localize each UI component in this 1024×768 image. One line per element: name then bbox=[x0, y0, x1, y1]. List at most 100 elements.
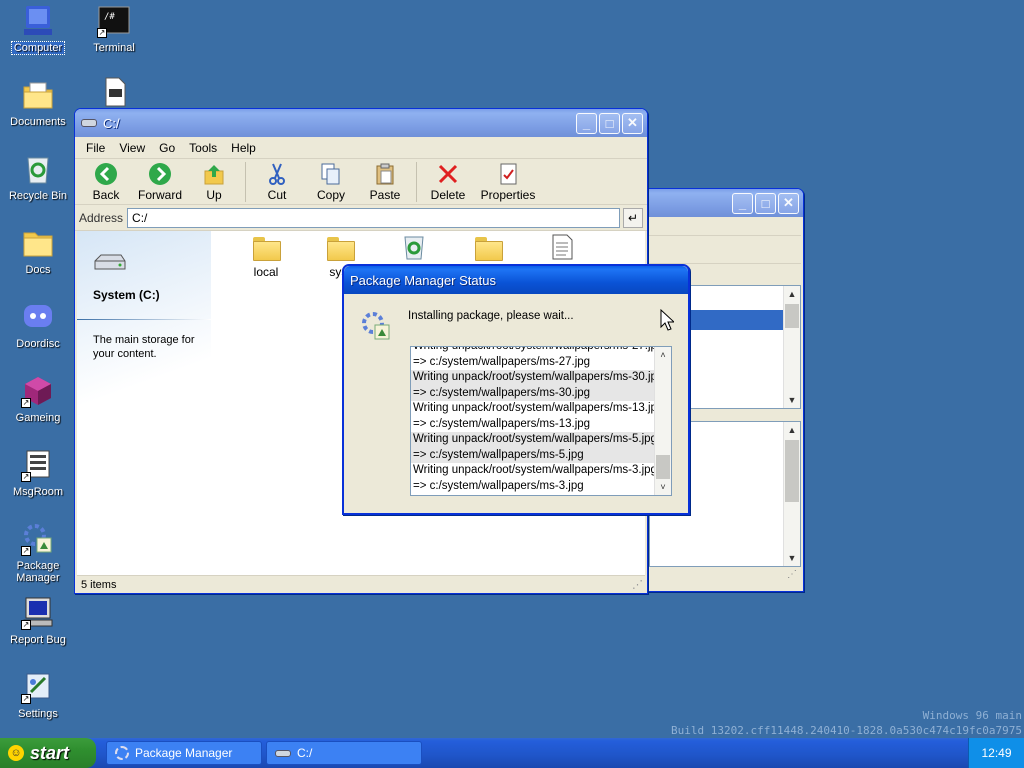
paste-button[interactable]: Paste bbox=[358, 162, 412, 202]
dialog-titlebar[interactable]: Package Manager Status bbox=[344, 266, 688, 294]
desktop-icon-msgroom[interactable]: ↗ MsgRoom bbox=[4, 448, 72, 498]
drive-description: The main storage for your content. bbox=[93, 334, 195, 360]
desktop-icon-computer[interactable]: Computer bbox=[4, 4, 72, 55]
menu-view[interactable]: View bbox=[112, 141, 152, 155]
build-watermark-line1: Windows 96 main bbox=[922, 709, 1022, 722]
taskbar-item-label: Package Manager bbox=[135, 746, 233, 760]
scroll-down-arrow-icon[interactable]: ▼ bbox=[784, 550, 800, 566]
log-line: => c:/system/wallpapers/ms-13.jpg bbox=[413, 417, 591, 430]
properties-icon bbox=[495, 162, 521, 186]
minimize-button[interactable]: _ bbox=[576, 112, 597, 134]
explorer-titlebar[interactable]: C:/ _ □ ✕ bbox=[75, 109, 647, 137]
up-folder-icon bbox=[201, 162, 227, 186]
paste-icon bbox=[372, 162, 398, 186]
install-log[interactable]: Writing unpack/root/system/wallpapers/ms… bbox=[410, 346, 672, 496]
dialog-message: Installing package, please wait... bbox=[408, 310, 574, 322]
status-bar: 5 items ⋰ bbox=[77, 575, 645, 595]
log-line: => c:/system/wallpapers/ms-27.jpg bbox=[413, 355, 591, 368]
minimize-button[interactable]: _ bbox=[732, 192, 753, 214]
desktop-icon-gameing[interactable]: ↗ Gameing bbox=[4, 374, 72, 424]
desktop-icon-terminal[interactable]: /# ↗ Terminal bbox=[80, 4, 148, 54]
desktop-icon-docs[interactable]: Docs bbox=[4, 226, 72, 276]
status-text: 5 items bbox=[81, 579, 117, 591]
log-line: Writing unpack/root/system/wallpapers/ms… bbox=[411, 432, 657, 448]
desktop-icon-report-bug[interactable]: ↗ Report Bug bbox=[4, 596, 72, 646]
scroll-up-arrow-icon[interactable]: ˄ bbox=[655, 347, 671, 363]
up-button[interactable]: Up bbox=[187, 162, 241, 202]
desktop-icon-documents[interactable]: Documents bbox=[4, 78, 72, 128]
folder-icon bbox=[475, 237, 503, 261]
copy-button[interactable]: Copy bbox=[304, 162, 358, 202]
shortcut-arrow-icon: ↗ bbox=[21, 694, 31, 704]
taskbar-item-explorer[interactable]: C:/ bbox=[266, 741, 422, 765]
desktop-icon-settings[interactable]: ↗ Settings bbox=[4, 670, 72, 720]
resize-grip-icon[interactable]: ⋰ bbox=[632, 578, 643, 591]
maximize-button[interactable]: □ bbox=[599, 112, 620, 134]
desktop-icon-doordisc[interactable]: Doordisc bbox=[4, 300, 72, 350]
close-button[interactable]: ✕ bbox=[622, 112, 643, 134]
menu-bar: File View Go Tools Help bbox=[75, 137, 647, 159]
report-bug-icon: ↗ bbox=[21, 596, 55, 630]
recycle-bin-icon bbox=[21, 152, 55, 186]
drive-icon bbox=[275, 749, 291, 757]
markdown-file-icon bbox=[97, 76, 131, 110]
address-input[interactable]: C:/ bbox=[127, 207, 620, 228]
address-bar: Address C:/ ↵ bbox=[75, 205, 647, 231]
scroll-up-arrow-icon[interactable]: ▲ bbox=[784, 286, 800, 302]
menu-tools[interactable]: Tools bbox=[182, 141, 224, 155]
folder-icon bbox=[327, 237, 355, 261]
scroll-thumb[interactable] bbox=[656, 455, 670, 479]
delete-button[interactable]: Delete bbox=[421, 162, 475, 202]
text-file-icon bbox=[550, 233, 574, 264]
delete-x-icon bbox=[435, 162, 461, 186]
package-manager-dialog[interactable]: Package Manager Status Installing packag… bbox=[342, 264, 690, 515]
desktop-icon-package-manager[interactable]: ↗ Package Manager bbox=[4, 522, 72, 584]
window-title: C:/ bbox=[103, 115, 120, 131]
desktop-icon-label: Terminal bbox=[93, 42, 135, 54]
copy-icon bbox=[318, 162, 344, 186]
desktop-icon-recycle-bin[interactable]: Recycle Bin bbox=[4, 152, 72, 202]
file-item-text[interactable] bbox=[529, 233, 595, 264]
taskbar: ☺ start Package Manager C:/ 12:49 bbox=[0, 738, 1024, 768]
properties-button[interactable]: Properties bbox=[475, 162, 541, 202]
file-item-local[interactable]: local bbox=[233, 237, 299, 279]
back-arrow-icon bbox=[93, 162, 119, 186]
drive-name: System (C:) bbox=[93, 288, 160, 302]
system-tray-clock[interactable]: 12:49 bbox=[968, 738, 1024, 768]
scroll-up-arrow-icon[interactable]: ▲ bbox=[784, 422, 800, 438]
shortcut-arrow-icon: ↗ bbox=[21, 546, 31, 556]
package-manager-icon bbox=[115, 746, 129, 760]
scroll-down-arrow-icon[interactable]: ˅ bbox=[655, 479, 671, 495]
forward-label: Forward bbox=[137, 188, 182, 202]
forward-button[interactable]: Forward bbox=[133, 162, 187, 202]
close-button[interactable]: ✕ bbox=[778, 192, 799, 214]
cut-button[interactable]: Cut bbox=[250, 162, 304, 202]
doordisc-icon bbox=[21, 300, 55, 334]
up-label: Up bbox=[206, 188, 222, 202]
scroll-down-arrow-icon[interactable]: ▼ bbox=[784, 392, 800, 408]
taskbar-item-package-manager[interactable]: Package Manager bbox=[106, 741, 262, 765]
start-button[interactable]: ☺ start bbox=[0, 738, 96, 768]
shortcut-arrow-icon: ↗ bbox=[97, 28, 107, 38]
folder-icon bbox=[21, 226, 55, 260]
file-item-folder[interactable] bbox=[455, 237, 521, 265]
desktop-icon-label: Doordisc bbox=[16, 338, 60, 350]
back-label: Back bbox=[92, 188, 120, 202]
vertical-scrollbar[interactable]: ˄ ˅ bbox=[654, 347, 671, 495]
back-button[interactable]: Back bbox=[79, 162, 133, 202]
drive-info-panel: System (C:) The main storage for your co… bbox=[77, 231, 211, 575]
dialog-title: Package Manager Status bbox=[350, 272, 496, 288]
copy-label: Copy bbox=[316, 188, 345, 202]
maximize-button[interactable]: □ bbox=[755, 192, 776, 214]
vertical-scrollbar[interactable]: ▲ ▼ bbox=[783, 422, 800, 566]
menu-go[interactable]: Go bbox=[152, 141, 182, 155]
desktop-icon-label: Docs bbox=[25, 264, 51, 276]
menu-file[interactable]: File bbox=[79, 141, 112, 155]
background-window-titlebar[interactable]: _ □ ✕ bbox=[641, 189, 803, 217]
vertical-scrollbar[interactable]: ▲ ▼ bbox=[783, 286, 800, 408]
menu-help[interactable]: Help bbox=[224, 141, 263, 155]
file-item-recycle[interactable] bbox=[381, 233, 447, 264]
game-cube-icon: ↗ bbox=[21, 374, 55, 408]
go-button[interactable]: ↵ bbox=[623, 207, 643, 228]
file-name: local bbox=[253, 265, 279, 279]
